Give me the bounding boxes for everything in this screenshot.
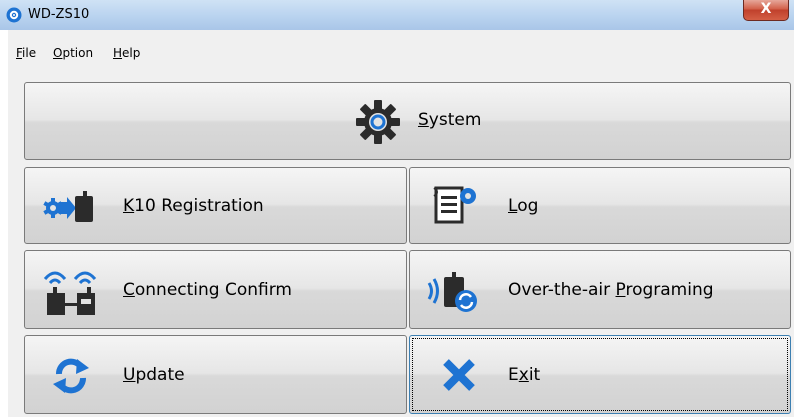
connecting-confirm-label: Connecting Confirm [123, 280, 292, 300]
update-button[interactable]: Update [24, 335, 407, 414]
close-button[interactable]: X [743, 0, 789, 21]
client-area: File Option Help System K10 Registration… [8, 30, 794, 417]
close-x-icon [443, 359, 475, 391]
k10-registration-button[interactable]: K10 Registration [24, 167, 407, 244]
exit-label: Exit [508, 365, 541, 385]
menu-option[interactable]: Option [53, 46, 93, 60]
wireless-connection-icon [43, 271, 97, 315]
window-title: WD-ZS10 [28, 7, 90, 22]
log-label: Log [508, 196, 539, 216]
k10-registration-label: K10 Registration [123, 196, 264, 216]
ota-programing-label: Over-the-air Programing [508, 280, 714, 300]
update-label: Update [123, 365, 185, 385]
app-icon [6, 7, 22, 23]
menu-help[interactable]: Help [113, 46, 140, 60]
gear-icon [356, 100, 400, 144]
system-label: System [418, 110, 482, 130]
close-icon: X [760, 1, 772, 17]
exit-button[interactable]: Exit [409, 335, 791, 414]
app-window: WD-ZS10 X File Option Help System K10 Re… [0, 0, 794, 417]
ota-programing-button[interactable]: Over-the-air Programing [409, 250, 791, 329]
log-document-icon [433, 186, 476, 224]
refresh-icon [53, 358, 89, 394]
system-button[interactable]: System [24, 82, 791, 160]
k10-registration-icon [43, 191, 93, 222]
log-button[interactable]: Log [409, 167, 791, 244]
connecting-confirm-button[interactable]: Connecting Confirm [24, 250, 407, 329]
menu-file[interactable]: File [16, 46, 36, 60]
title-bar: WD-ZS10 X [0, 0, 794, 30]
menu-bar: File Option Help [8, 30, 794, 72]
ota-update-icon [427, 272, 477, 312]
